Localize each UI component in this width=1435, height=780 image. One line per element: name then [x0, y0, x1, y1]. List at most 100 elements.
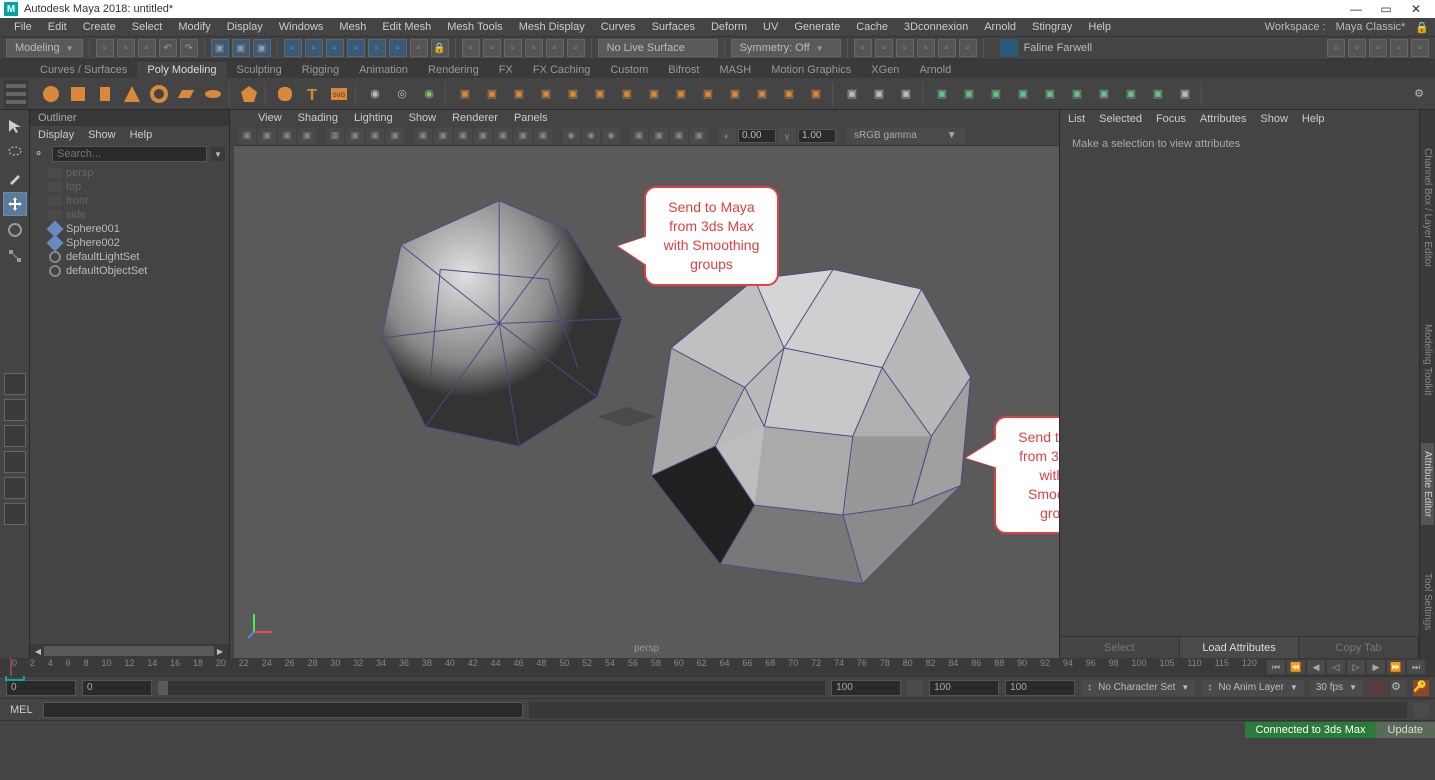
layout-single-icon[interactable] [4, 373, 26, 395]
vp-textured-icon[interactable]: ▣ [454, 128, 472, 144]
sel-vert-icon[interactable]: ▫ [305, 39, 323, 57]
range-lock-icon[interactable] [907, 680, 923, 696]
menu-stingray[interactable]: Stingray [1024, 21, 1080, 33]
menu-edit[interactable]: Edit [40, 21, 75, 33]
range-end-input[interactable]: 100 [1005, 680, 1075, 696]
snap-point-icon[interactable]: ▫ [504, 39, 522, 57]
attr-load-button[interactable]: Load Attributes [1180, 637, 1300, 658]
user-account[interactable]: Faline Farwell [1000, 39, 1092, 57]
outliner-node-side[interactable]: side [34, 208, 225, 222]
bool-10-icon[interactable]: ▣ [1173, 82, 1197, 106]
vp-menu-panels[interactable]: Panels [514, 112, 548, 124]
minimize-button[interactable]: — [1341, 2, 1371, 16]
panel-toggle-4-icon[interactable]: ▫ [1390, 39, 1408, 57]
shelf-tab-rigging[interactable]: Rigging [292, 62, 349, 78]
live-surface-combo[interactable]: No Live Surface [598, 39, 718, 57]
layout-custom-icon[interactable] [4, 477, 26, 499]
fps-combo[interactable]: 30 fps▼ [1310, 680, 1363, 696]
range-inend-input[interactable]: 100 [831, 680, 901, 696]
combine-icon[interactable]: ◉ [363, 82, 387, 106]
connect-icon[interactable]: ▣ [615, 82, 639, 106]
menu-3dconnexion[interactable]: 3Dconnexion [896, 21, 976, 33]
mirror-icon[interactable]: ▣ [669, 82, 693, 106]
outliner-node-top[interactable]: top [34, 180, 225, 194]
panel-toggle-1-icon[interactable]: ▫ [1327, 39, 1345, 57]
lock-icon[interactable]: 🔒 [1415, 21, 1429, 34]
play-icon[interactable]: ▫ [959, 39, 977, 57]
sel-lock-icon[interactable]: 🔒 [431, 39, 449, 57]
step-back-key-icon[interactable]: ⏪ [1287, 660, 1305, 674]
attr-menu-selected[interactable]: Selected [1099, 113, 1142, 125]
render-globals-icon[interactable]: ▫ [917, 39, 935, 57]
select-tool-icon[interactable] [3, 114, 27, 138]
shelf-tab-arnold[interactable]: Arnold [909, 62, 961, 78]
render-icon[interactable]: ▫ [854, 39, 872, 57]
svg-icon[interactable]: SVG [327, 82, 351, 106]
outliner-node-front[interactable]: front [34, 194, 225, 208]
step-fwd-icon[interactable]: ▶ [1367, 660, 1385, 674]
menu-help[interactable]: Help [1080, 21, 1119, 33]
vp-colorspace-combo[interactable]: sRGB gamma▼ [846, 128, 965, 144]
layout-custom2-icon[interactable] [4, 503, 26, 525]
layout-three-icon[interactable] [4, 451, 26, 473]
outliner-search-input[interactable] [52, 146, 207, 162]
insertloop-icon[interactable]: ▣ [561, 82, 585, 106]
panel-toggle-5-icon[interactable]: ▫ [1411, 39, 1429, 57]
select-mode-icon[interactable]: ▣ [211, 39, 229, 57]
menuset-combo[interactable]: Modeling▼ [6, 39, 83, 57]
menu-uv[interactable]: UV [755, 21, 786, 33]
quaddraw-icon[interactable]: ▣ [723, 82, 747, 106]
ipr-icon[interactable]: ▫ [875, 39, 893, 57]
menu-generate[interactable]: Generate [786, 21, 848, 33]
shelf-editor-icon[interactable] [4, 80, 28, 108]
redo-icon[interactable]: ↷ [180, 39, 198, 57]
paint-select-icon[interactable]: ▣ [253, 39, 271, 57]
attr-menu-help[interactable]: Help [1302, 113, 1325, 125]
outliner-node-sphere001[interactable]: Sphere001 [34, 222, 225, 236]
maximize-button[interactable]: ▭ [1371, 2, 1401, 16]
rotate-tool-icon[interactable] [3, 218, 27, 242]
bool-9-icon[interactable]: ▣ [1146, 82, 1170, 106]
vp-resolution-icon[interactable]: ▣ [386, 128, 404, 144]
attr-copy-button[interactable]: Copy Tab [1299, 637, 1419, 658]
menu-cache[interactable]: Cache [848, 21, 896, 33]
menu-file[interactable]: File [6, 21, 40, 33]
vp-camera-icon[interactable]: ▣ [238, 128, 256, 144]
vp-motion-icon[interactable]: ▣ [650, 128, 668, 144]
shelf-tab-motiongraphics[interactable]: Motion Graphics [761, 62, 861, 78]
menu-surfaces[interactable]: Surfaces [644, 21, 703, 33]
vp-dof-icon[interactable]: ▣ [690, 128, 708, 144]
sel-face-icon[interactable]: ▫ [347, 39, 365, 57]
shelf-tab-custom[interactable]: Custom [600, 62, 658, 78]
bool-diff-icon[interactable]: ▣ [957, 82, 981, 106]
menu-curves[interactable]: Curves [593, 21, 644, 33]
vp-ao-icon[interactable]: ▣ [630, 128, 648, 144]
script-editor-icon[interactable] [1413, 702, 1429, 718]
workspace-combo[interactable]: Maya Classic* [1330, 21, 1412, 33]
vp-wireframe-icon[interactable]: ▣ [414, 128, 432, 144]
offset-icon[interactable]: ▣ [588, 82, 612, 106]
shelf-tab-sculpting[interactable]: Sculpting [227, 62, 292, 78]
vp-aa-icon[interactable]: ▣ [670, 128, 688, 144]
sel-uv-icon[interactable]: ▫ [368, 39, 386, 57]
fwd-end-icon[interactable]: ⏭ [1407, 660, 1425, 674]
vp-image-icon[interactable]: ▣ [278, 128, 296, 144]
slide-icon[interactable]: ▣ [804, 82, 828, 106]
cmd-lang-label[interactable]: MEL [6, 704, 37, 716]
vtab-attribute-editor[interactable]: Attribute Editor [1421, 443, 1434, 525]
vp-gate-icon[interactable]: ▣ [366, 128, 384, 144]
sel-hier-icon[interactable]: ▫ [410, 39, 428, 57]
vp-2d-icon[interactable]: ▣ [298, 128, 316, 144]
cmd-input[interactable] [43, 702, 523, 718]
menu-modify[interactable]: Modify [170, 21, 218, 33]
superellipse-icon[interactable] [273, 82, 297, 106]
extrude-icon[interactable]: ▣ [453, 82, 477, 106]
search-dropdown-icon[interactable]: ▼ [211, 147, 225, 161]
shelf-tab-polymodeling[interactable]: Poly Modeling [137, 62, 226, 78]
collapse-icon[interactable]: ▣ [867, 82, 891, 106]
multicut-icon[interactable]: ▣ [534, 82, 558, 106]
snap-grid-icon[interactable]: ▫ [462, 39, 480, 57]
vp-menu-lighting[interactable]: Lighting [354, 112, 393, 124]
bool-inter-icon[interactable]: ▣ [984, 82, 1008, 106]
target-icon[interactable]: ▣ [642, 82, 666, 106]
